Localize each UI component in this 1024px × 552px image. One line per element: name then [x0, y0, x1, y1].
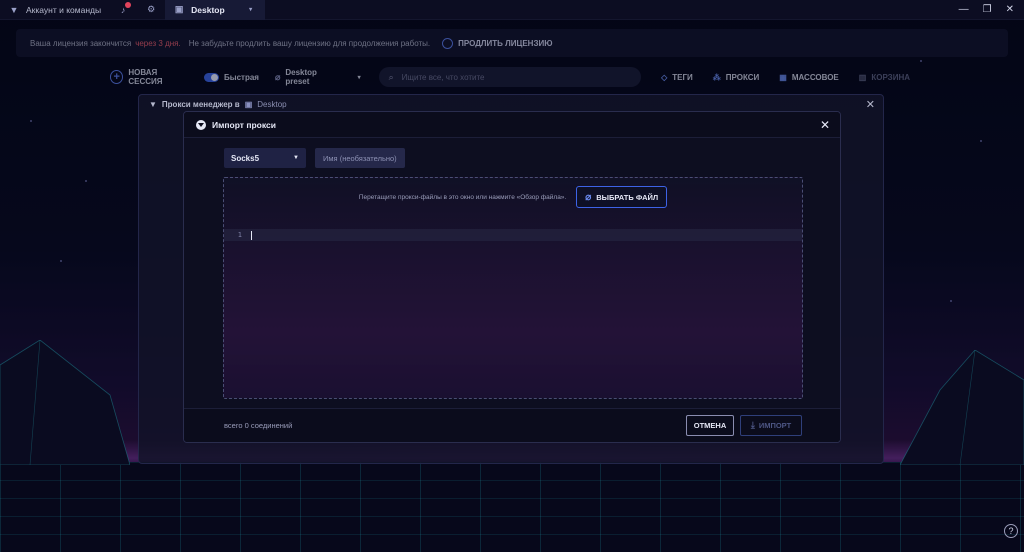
fast-toggle[interactable]: Быстрая [204, 72, 259, 82]
cancel-button[interactable]: ОТМЕНА [686, 415, 734, 436]
renew-license-label: ПРОДЛИТЬ ЛИЦЕНЗИЮ [458, 38, 553, 48]
close-window-button[interactable]: ✕ [1006, 4, 1014, 15]
choose-file-label: ВЫБРАТЬ ФАЙЛ [596, 192, 659, 202]
banner-text-after: Не забудьте продлить вашу лицензию для п… [188, 38, 431, 48]
line-number: 1 [237, 231, 242, 239]
search-placeholder: Ищите все, что хотите [401, 72, 485, 82]
maximize-button[interactable]: ❐ [983, 4, 992, 15]
preset-select[interactable]: ⌀ Desktop preset ▾ [275, 68, 361, 86]
preset-label: Desktop preset [285, 68, 317, 86]
workspace-icon: ▣ [244, 99, 253, 109]
trash-label: КОРЗИНА [871, 72, 910, 82]
modal-title: Импорт прокси [212, 119, 276, 130]
settings-button[interactable]: ⚙ [137, 0, 165, 20]
chevron-down-icon[interactable]: ▾ [245, 4, 257, 16]
workspace-icon: ▣ [174, 4, 184, 14]
help-label: ? [1008, 526, 1014, 536]
text-cursor [251, 230, 252, 240]
new-session-button[interactable]: + НОВАЯ СЕССИЯ [110, 68, 190, 86]
chevron-down-icon: ▾ [357, 74, 361, 81]
gear-icon: ⚙ [147, 4, 156, 14]
close-icon[interactable]: ✕ [820, 118, 830, 132]
trash-icon: ▥ [858, 72, 867, 82]
proxies-label: ПРОКСИ [725, 72, 760, 82]
mountain-left [0, 340, 130, 465]
tab-account[interactable]: ▼ Аккаунт и команды [0, 0, 109, 20]
choose-file-button[interactable]: ⌀ ВЫБРАТЬ ФАЙЛ [576, 186, 668, 208]
modal-header: Импорт прокси [184, 112, 840, 138]
user-circle-icon [442, 37, 454, 49]
license-banner: Ваша лицензия закончится через 3 дня. Не… [16, 29, 1008, 57]
tab-account-label: Аккаунт и команды [26, 4, 102, 15]
mountain-right [900, 350, 1024, 465]
fast-label: Быстрая [224, 72, 259, 82]
tags-button[interactable]: ◇ ТЕГИ [661, 73, 693, 82]
protocol-value: Socks5 [231, 153, 260, 163]
window-controls: — ❐ ✕ [959, 4, 1024, 15]
grid-icon: ▦ [779, 72, 787, 82]
drop-hint-row: Перетащите прокси-файлы в это окно или н… [224, 186, 802, 208]
import-icon: ⤓ [750, 420, 755, 430]
proxy-manager-workspace: Desktop [257, 99, 287, 109]
cancel-label: ОТМЕНА [693, 421, 727, 430]
editor-line[interactable]: 1 [224, 229, 802, 241]
trash-button[interactable]: ▥ КОРЗИНА [859, 73, 910, 82]
banner-text-before: Ваша лицензия закончится [30, 38, 132, 48]
bell-icon: ♪ [117, 1, 132, 16]
import-proxy-modal: Импорт прокси ✕ Socks5 ▼ Перетащите прок… [183, 111, 841, 443]
proxy-name-input[interactable] [315, 148, 405, 168]
fingerprint-icon: ⌀ [274, 71, 281, 82]
paperclip-icon: ⌀ [585, 191, 592, 203]
tab-desktop[interactable]: ▣ Desktop ▾ [165, 0, 265, 20]
app-logo-icon: ▼ [149, 99, 157, 109]
banner-warning: через 3 дня. [135, 38, 181, 48]
tag-icon: ◇ [661, 72, 668, 82]
minimize-button[interactable]: — [959, 4, 969, 15]
bulk-label: МАССОВОЕ [791, 72, 839, 82]
toggle-switch[interactable] [204, 72, 219, 82]
app-logo-icon: ▼ [9, 4, 19, 15]
renew-license-button[interactable]: ПРОДЛИТЬ ЛИЦЕНЗИЮ [442, 37, 553, 49]
import-label: ИМПОРТ [758, 421, 792, 430]
proxy-icon: ⁂ [712, 72, 721, 82]
search-icon: ⌕ [388, 71, 394, 82]
connections-total: всего 0 соединений [224, 421, 293, 430]
main-toolbar: + НОВАЯ СЕССИЯ Быстрая ⌀ Desktop preset … [110, 67, 910, 87]
drop-hint: Перетащите прокси-файлы в это окно или н… [358, 193, 567, 201]
modal-footer: всего 0 соединений ОТМЕНА ⤓ ИМПОРТ [184, 408, 840, 442]
app-logo-icon [196, 119, 206, 130]
plus-icon: + [110, 70, 124, 84]
proxy-manager-title: Прокси менеджер в [161, 99, 240, 109]
tags-label: ТЕГИ [672, 72, 693, 82]
help-button[interactable]: ? [1004, 524, 1018, 538]
close-icon[interactable]: ✕ [866, 98, 875, 111]
notifications-button[interactable]: ♪ [109, 0, 137, 20]
search-input[interactable]: ⌕ Ищите все, что хотите [378, 67, 642, 87]
bulk-button[interactable]: ▦ МАССОВОЕ [779, 73, 839, 82]
protocol-select[interactable]: Socks5 ▼ [224, 148, 306, 168]
proxy-drop-zone[interactable]: Перетащите прокси-файлы в это окно или н… [223, 177, 803, 399]
chevron-down-icon: ▼ [293, 155, 299, 161]
tab-desktop-label: Desktop [191, 4, 225, 15]
proxies-button[interactable]: ⁂ ПРОКСИ [713, 73, 760, 82]
title-bar: ▼ Аккаунт и команды ♪ ⚙ ▣ Desktop ▾ — ❐ … [0, 0, 1024, 20]
import-button[interactable]: ⤓ ИМПОРТ [740, 415, 802, 436]
new-session-label: НОВАЯ СЕССИЯ [128, 68, 163, 86]
